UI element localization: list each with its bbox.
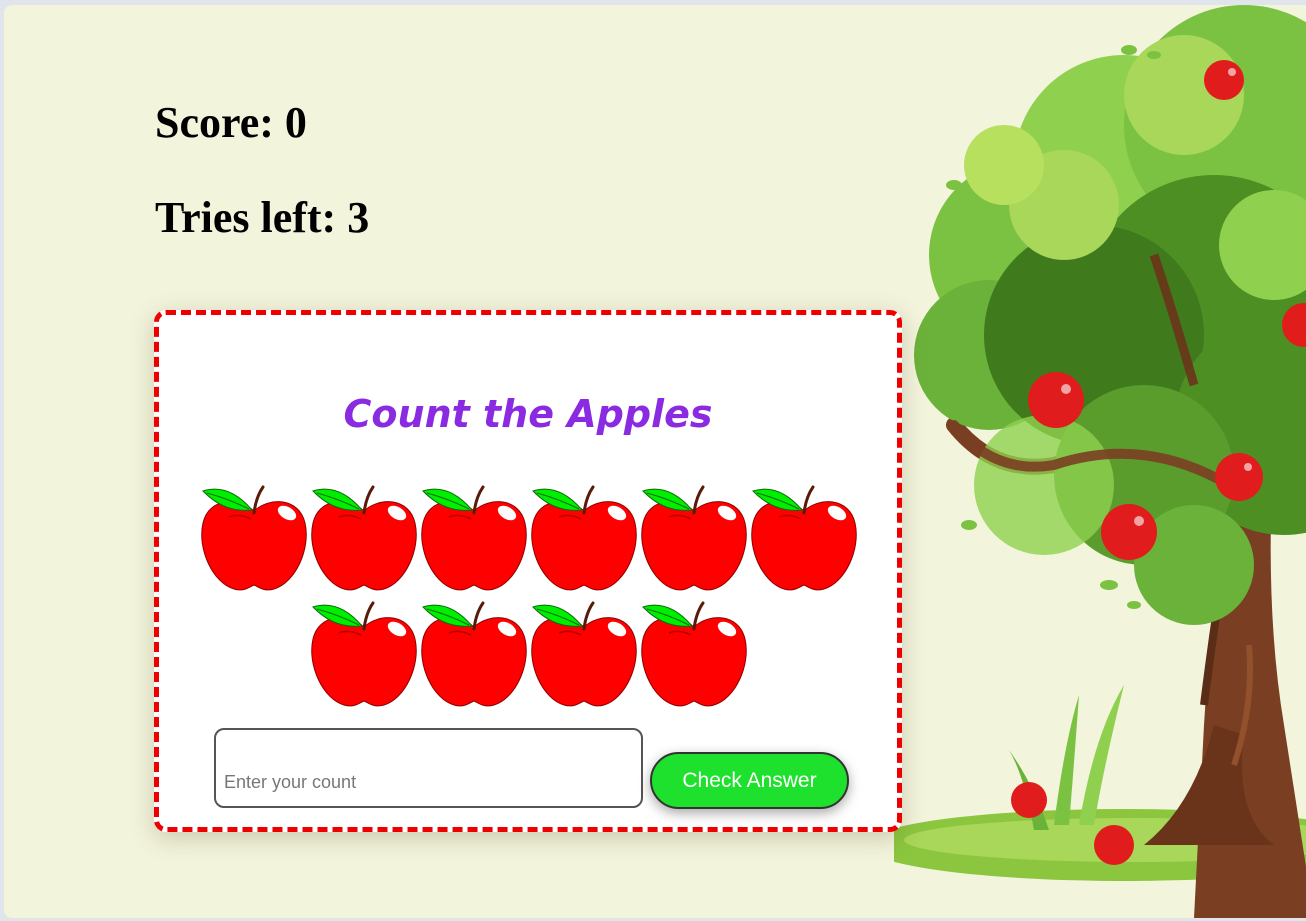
apple-icon xyxy=(531,601,637,707)
game-card: Count the Apples Check Answer xyxy=(154,310,902,832)
apple-icon xyxy=(421,601,527,707)
tries-left-label: Tries left: 3 xyxy=(155,193,370,242)
apple-icon xyxy=(311,485,417,591)
count-input[interactable] xyxy=(214,728,643,808)
apple-row xyxy=(199,483,859,599)
apple-icon xyxy=(751,485,857,591)
apple-tree-illustration xyxy=(894,5,1306,918)
apple-icon xyxy=(311,601,417,707)
apple-icon xyxy=(531,485,637,591)
apple-icon xyxy=(421,485,527,591)
game-window: Score: 0 Tries left: 3 Count the Apples … xyxy=(4,5,1306,918)
game-title: Count the Apples xyxy=(343,392,713,436)
apple-icon xyxy=(641,601,747,707)
apple-row xyxy=(199,599,859,715)
apple-icon xyxy=(201,485,307,591)
apple-icon xyxy=(641,485,747,591)
score-label: Score: 0 xyxy=(155,98,307,147)
apple-grid xyxy=(199,483,859,715)
check-answer-button[interactable]: Check Answer xyxy=(650,752,849,809)
